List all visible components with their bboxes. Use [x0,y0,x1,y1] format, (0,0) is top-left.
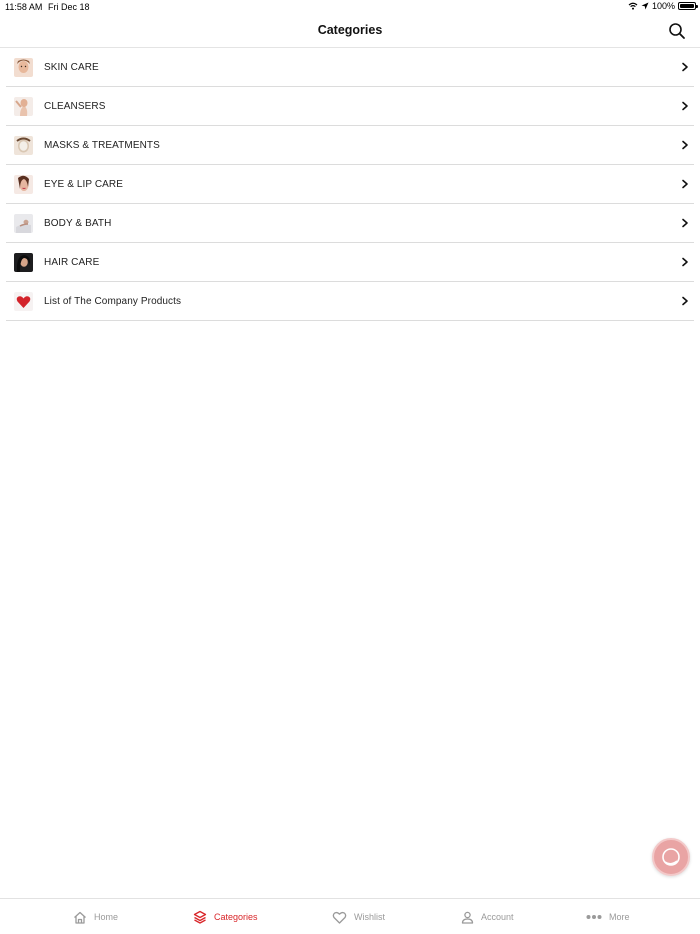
category-label: EYE & LIP CARE [44,178,124,190]
status-date: Fri Dec 18 [48,2,90,12]
navigation-bar: Categories [0,14,700,48]
tab-account[interactable]: Account [461,899,514,934]
status-indicators: 100% [628,1,698,11]
chevron-right-icon [682,257,688,267]
category-label: SKIN CARE [44,61,99,73]
more-dots-icon [586,915,602,919]
company-products-thumbnail [14,291,33,311]
tab-label-account: Account [481,912,514,922]
category-label: MASKS & TREATMENTS [44,139,160,151]
tab-label-wishlist: Wishlist [354,912,385,922]
chevron-right-icon [682,101,688,111]
cleansers-thumbnail [14,96,33,116]
chevron-right-icon [682,62,688,72]
tab-bar: Home Categories Wishlist Account More [0,898,700,934]
category-label: BODY & BATH [44,217,112,229]
home-icon [74,911,86,924]
tab-label-categories: Categories [214,912,258,922]
tab-more[interactable]: More [586,899,630,934]
tab-wishlist[interactable]: Wishlist [332,899,385,934]
masks-thumbnail [14,135,33,155]
location-arrow-icon [641,2,649,10]
person-icon [461,911,474,924]
body-bath-thumbnail [14,213,33,233]
battery-percent: 100% [651,1,675,11]
chevron-right-icon [682,218,688,228]
battery-icon [678,2,698,10]
category-row-masks-treatments[interactable]: MASKS & TREATMENTS [6,126,694,165]
category-row-eye-lip-care[interactable]: EYE & LIP CARE [6,165,694,204]
category-row-body-bath[interactable]: BODY & BATH [6,204,694,243]
app-screen: 11:58 AM Fri Dec 18 100% Categories SKIN… [0,0,700,934]
layers-icon [193,910,207,924]
eye-lip-thumbnail [14,174,33,194]
wifi-icon [628,2,638,10]
chevron-right-icon [682,179,688,189]
category-row-company-products[interactable]: List of The Company Products [6,282,694,321]
search-icon [669,23,685,39]
category-row-skin-care[interactable]: SKIN CARE [6,48,694,87]
status-time: 11:58 AM [5,2,43,12]
chat-button[interactable] [652,838,690,876]
chevron-right-icon [682,140,688,150]
search-button[interactable] [668,22,686,40]
page-title: Categories [317,23,383,37]
tab-label-more: More [609,912,630,922]
category-list: SKIN CARE CLEANSERS MASKS & TREATMENTS E… [6,48,694,321]
category-label: HAIR CARE [44,256,100,268]
category-row-hair-care[interactable]: HAIR CARE [6,243,694,282]
hair-care-thumbnail [14,252,33,272]
skin-care-thumbnail [14,57,33,77]
tab-home[interactable]: Home [73,899,118,934]
category-label: List of The Company Products [44,295,182,307]
category-row-cleansers[interactable]: CLEANSERS [6,87,694,126]
tab-categories[interactable]: Categories [193,899,258,934]
heart-icon [332,911,347,924]
chevron-right-icon [682,296,688,306]
category-label: CLEANSERS [44,100,106,112]
status-bar: 11:58 AM Fri Dec 18 100% [0,0,700,14]
tab-label-home: Home [94,912,119,922]
chat-bubble-icon [662,848,680,866]
